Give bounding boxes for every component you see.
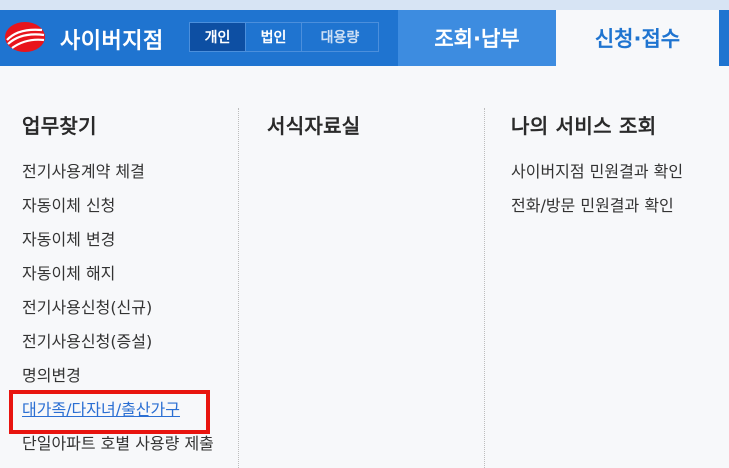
my-service-column: 나의 서비스 조회 사이버지점 민원결과 확인 전화/방문 민원결과 확인 — [511, 110, 683, 230]
my-service-title: 나의 서비스 조회 — [511, 114, 657, 138]
segment-corporate-button[interactable]: 법인 — [246, 23, 302, 51]
brand-title[interactable]: 사이버지점 — [60, 23, 164, 55]
menu-edge — [719, 10, 729, 66]
column-divider — [484, 108, 485, 468]
highlight-box — [9, 390, 210, 434]
my-service-list: 사이버지점 민원결과 확인 전화/방문 민원결과 확인 — [511, 162, 683, 230]
list-item-apartment-usage[interactable]: 단일아파트 호별 사용량 제출 — [22, 434, 214, 468]
list-item-contract[interactable]: 전기사용계약 체결 — [22, 162, 214, 196]
top-strip — [0, 0, 729, 10]
forms-library-column: 서식자료실 — [267, 110, 361, 162]
menu-application[interactable]: 신청·접수 — [556, 10, 719, 66]
forms-library-title[interactable]: 서식자료실 — [267, 110, 361, 139]
menu-lookup-payment[interactable]: 조회·납부 — [398, 10, 556, 66]
segment-large-volume-button[interactable]: 대용량 — [302, 23, 378, 51]
customer-type-selector: 개인 법인 대용량 — [189, 22, 379, 52]
list-item-autopay-cancel[interactable]: 자동이체 해지 — [22, 264, 214, 298]
segment-personal-button[interactable]: 개인 — [190, 23, 246, 51]
kepco-logo-icon[interactable] — [4, 20, 46, 54]
column-divider — [238, 108, 239, 468]
list-item-phone-visit-result[interactable]: 전화/방문 민원결과 확인 — [511, 196, 683, 230]
list-item-cyber-result[interactable]: 사이버지점 민원결과 확인 — [511, 162, 683, 196]
work-finder-title: 업무찾기 — [22, 114, 97, 138]
list-item-autopay-apply[interactable]: 자동이체 신청 — [22, 196, 214, 230]
list-item-capacity-increase[interactable]: 전기사용신청(증설) — [22, 332, 214, 366]
list-item-autopay-change[interactable]: 자동이체 변경 — [22, 230, 214, 264]
list-item-new-service[interactable]: 전기사용신청(신규) — [22, 298, 214, 332]
